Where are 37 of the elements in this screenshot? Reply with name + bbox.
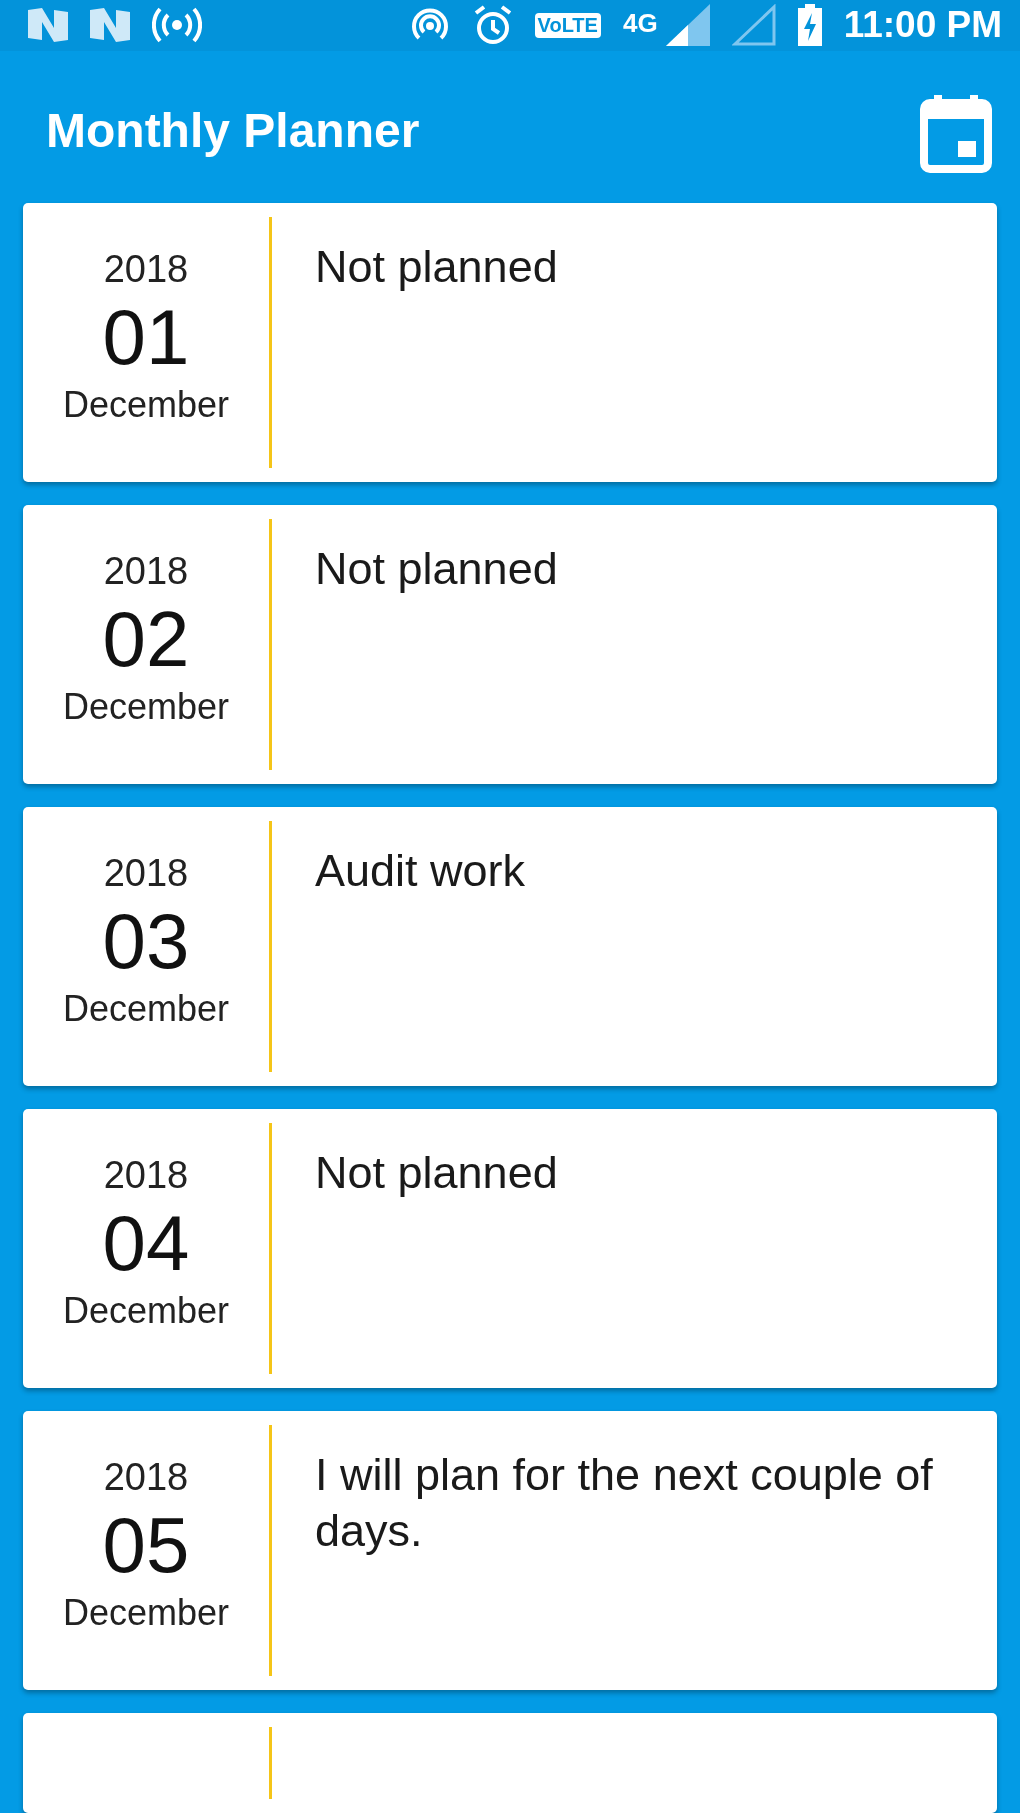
plan-text: Not planned — [314, 240, 559, 294]
network-type: 4G — [622, 8, 658, 39]
volte-indicator: VoLTE — [534, 12, 601, 38]
year-label: 2018 — [103, 549, 189, 595]
day-number: 01 — [102, 292, 190, 383]
plan-text: I will plan for the next couple of days. — [314, 1448, 934, 1559]
month-label: December — [62, 382, 230, 426]
plan-text: Audit work — [314, 844, 527, 898]
day-card[interactable]: 2018 02 December Not planned — [23, 505, 997, 784]
day-card[interactable]: 2018 03 December Audit work — [23, 807, 997, 1086]
battery-charging-icon — [797, 4, 822, 47]
signal-icon — [731, 4, 776, 47]
signal-icon — [665, 4, 710, 47]
day-card[interactable]: 2018 05 December I will plan for the next couple of days. — [23, 1411, 997, 1690]
month-label: December — [62, 1590, 230, 1634]
year-label: 2018 — [103, 851, 189, 897]
day-number: 03 — [102, 896, 190, 987]
year-label: 2018 — [103, 1153, 189, 1199]
plan-text: Not planned — [314, 1146, 559, 1200]
day-card[interactable]: 2018 01 December Not planned — [23, 203, 997, 482]
day-card[interactable]: 2018 04 December Not planned — [23, 1109, 997, 1388]
broadcast-icon — [152, 7, 202, 44]
year-label: 2018 — [103, 1455, 189, 1501]
alarm-icon — [472, 4, 513, 47]
calendar-icon[interactable] — [920, 94, 992, 173]
day-number: 04 — [102, 1198, 190, 1289]
notification-icon — [28, 8, 68, 43]
day-number: 05 — [102, 1500, 190, 1591]
month-label: December — [62, 986, 230, 1030]
app-title: Monthly Planner — [46, 102, 420, 158]
month-label: December — [62, 1288, 230, 1332]
plan-text: Not planned — [314, 542, 559, 596]
month-label: December — [62, 684, 230, 728]
year-label: 2018 — [103, 247, 189, 293]
day-number: 02 — [102, 594, 190, 685]
notification-icon — [90, 8, 130, 43]
clock: 11:00 PM — [843, 4, 1002, 47]
